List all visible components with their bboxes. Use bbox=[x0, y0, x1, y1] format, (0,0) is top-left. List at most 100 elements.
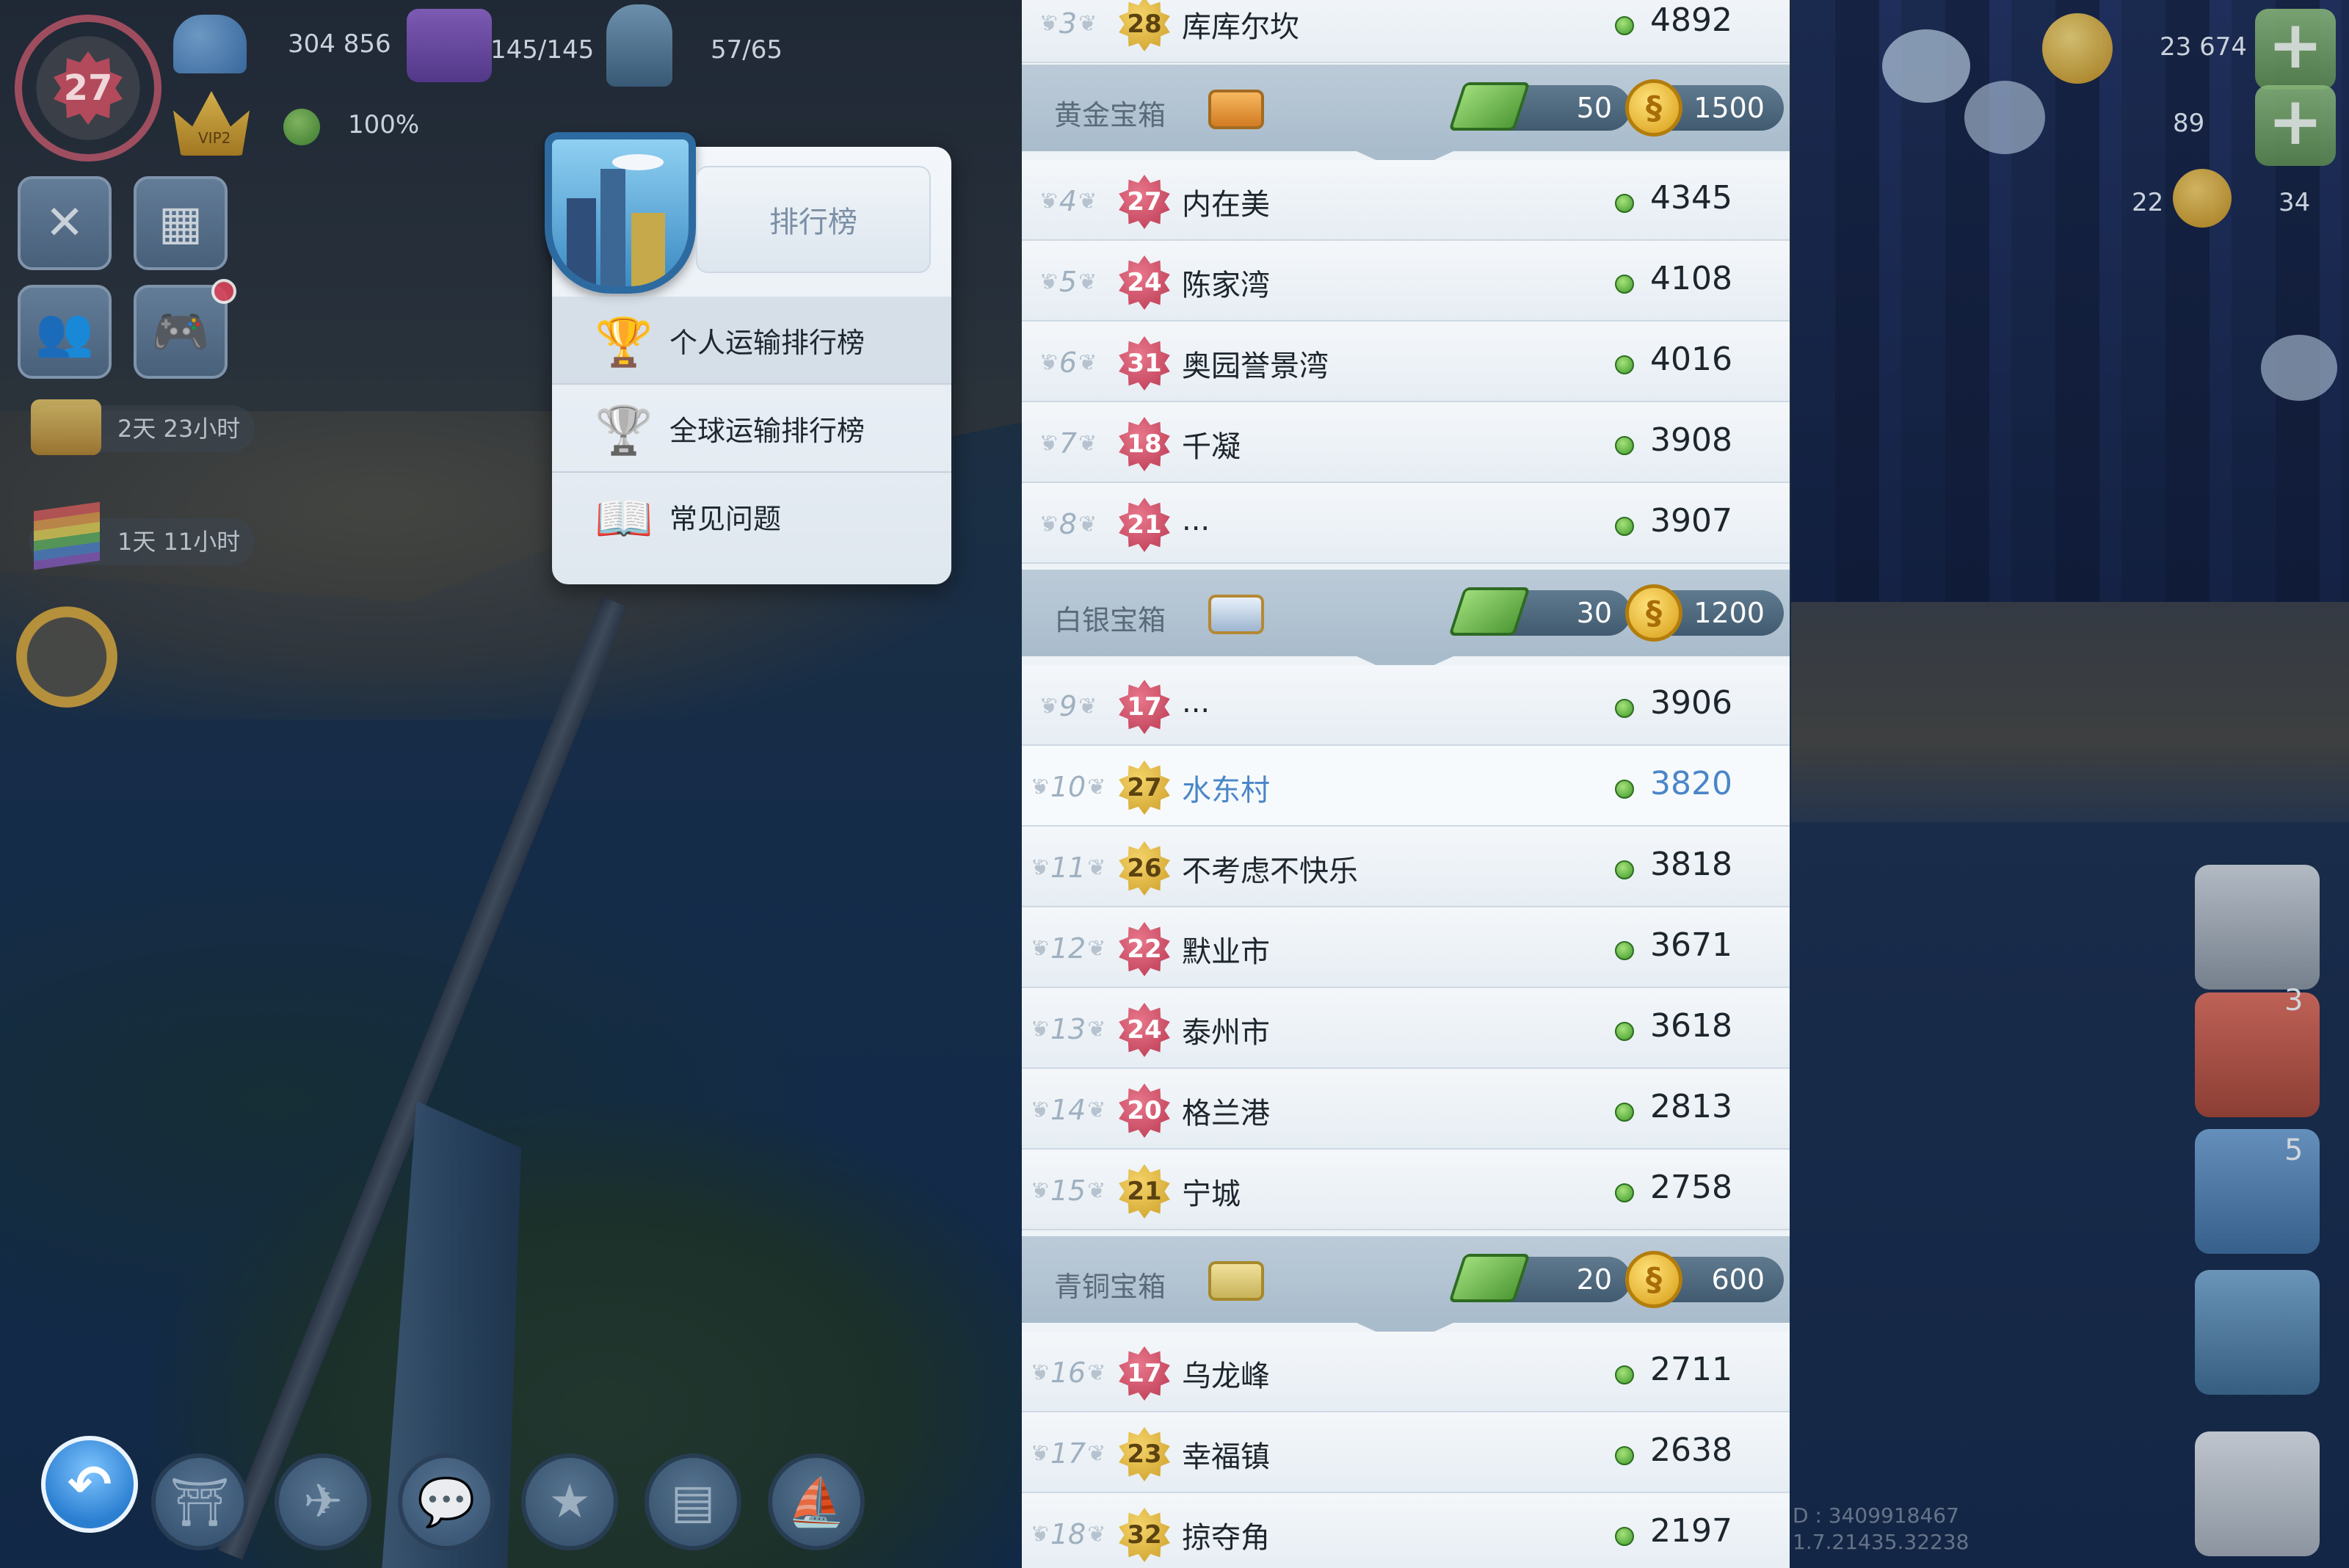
faq-book-icon: 📖 bbox=[595, 491, 653, 546]
menu-item-personal-ranking[interactable]: 🏆 个人运输排行榜 bbox=[552, 297, 951, 383]
city-name: 水东村 bbox=[1182, 774, 1270, 807]
city-shield-icon bbox=[545, 132, 696, 294]
design-book-button[interactable]: ▤ bbox=[645, 1453, 741, 1550]
task-list-bubble-icon[interactable] bbox=[1964, 81, 2045, 154]
level-badge-icon: 18 bbox=[1119, 417, 1170, 471]
level-badge-icon: 17 bbox=[1119, 680, 1170, 734]
leaderboard-row[interactable]: 14 20 格兰港 2813 bbox=[1022, 1069, 1790, 1150]
simoleon-coin-icon: § bbox=[1625, 79, 1682, 137]
city-name: 奥园誉景湾 bbox=[1182, 349, 1329, 383]
leaderboard-row[interactable]: 4 27 内在美 4345 bbox=[1022, 160, 1790, 241]
water-count: 57/65 bbox=[711, 35, 783, 65]
level-badge-icon: 22 bbox=[1119, 922, 1170, 976]
tier-name: 黄金宝箱 bbox=[1054, 99, 1166, 131]
airport-button[interactable]: ✈ bbox=[275, 1453, 371, 1550]
leaderboard-row[interactable]: 6 31 奥园誉景湾 4016 bbox=[1022, 322, 1790, 402]
simoleons-count: 23 674 bbox=[2160, 32, 2247, 62]
leaderboard-row[interactable]: 3 28 库库尔坎 4892 bbox=[1022, 0, 1790, 63]
tier-header-bronze: 青铜宝箱 20 600 § bbox=[1022, 1236, 1790, 1345]
horse-emblem-icon[interactable] bbox=[16, 606, 117, 708]
population-count: 304 856 bbox=[288, 29, 391, 59]
level-up-bubble-icon[interactable] bbox=[1882, 29, 1970, 103]
leaderboard-panel[interactable]: 3 28 库库尔坎 4892 黄金宝箱 50 1500 § 4 27 内在美 4… bbox=[1022, 0, 1790, 1568]
map-bubble-icon[interactable] bbox=[2261, 335, 2337, 401]
build-tools-button[interactable]: ✕ bbox=[18, 176, 112, 270]
pagoda-icon: ⛩ bbox=[170, 1475, 230, 1530]
score-value: 3820 bbox=[1650, 765, 1732, 802]
simcash-count: 89 bbox=[2173, 109, 2205, 138]
treasure-chest-icon bbox=[31, 399, 101, 455]
score-value: 4108 bbox=[1650, 260, 1732, 297]
happiness-percent: 100% bbox=[348, 110, 420, 139]
rank-number: 16 bbox=[1035, 1351, 1101, 1395]
city-hall-build-button[interactable] bbox=[2195, 1431, 2320, 1556]
version-number: 1.7.21435.32238 bbox=[1793, 1530, 1969, 1554]
player-level-badge[interactable]: 27 bbox=[15, 15, 161, 161]
timer-1-text: 2天 23小时 bbox=[117, 415, 241, 443]
cash-amount: 30 bbox=[1576, 597, 1612, 629]
menu-item-global-ranking[interactable]: 🏆 全球运输排行榜 bbox=[552, 385, 951, 471]
road-build-button[interactable] bbox=[2195, 865, 2320, 990]
leaderboard-row[interactable]: 17 23 幸福镇 2638 bbox=[1022, 1412, 1790, 1493]
leaderboard-row[interactable]: 5 24 陈家湾 4108 bbox=[1022, 241, 1790, 322]
star-icon: ★ bbox=[548, 1475, 591, 1529]
score-value: 2813 bbox=[1650, 1088, 1732, 1125]
leaderboard-row[interactable]: 12 22 默业市 3671 bbox=[1022, 907, 1790, 988]
add-simcash-button[interactable]: + bbox=[2255, 85, 2336, 166]
menu-item-label: 个人运输排行榜 bbox=[669, 326, 865, 359]
vip-label: VIP2 bbox=[198, 129, 231, 147]
leaderboard-row[interactable]: 16 17 乌龙峰 2711 bbox=[1022, 1332, 1790, 1412]
leaderboard-row[interactable]: 15 21 宁城 2758 bbox=[1022, 1150, 1790, 1230]
points-icon bbox=[1615, 16, 1634, 35]
level-badge-icon: 32 bbox=[1119, 1508, 1170, 1562]
points-icon bbox=[1615, 1446, 1634, 1465]
leaderboard-row[interactable]: 11 26 不考虑不快乐 3818 bbox=[1022, 827, 1790, 907]
leaderboard-row[interactable]: 8 21 ... 3907 bbox=[1022, 483, 1790, 564]
factory-build-button[interactable] bbox=[2195, 1270, 2320, 1395]
friends-button[interactable]: 👥 bbox=[18, 285, 112, 379]
points-icon bbox=[1615, 860, 1634, 879]
add-simoleons-button[interactable]: + bbox=[2255, 9, 2336, 90]
ship-icon: ⛵ bbox=[787, 1475, 846, 1530]
storage-icon[interactable] bbox=[407, 9, 492, 82]
city-name: 泰州市 bbox=[1182, 1016, 1270, 1050]
leaderboard-row[interactable]: 9 17 ... 3906 bbox=[1022, 665, 1790, 746]
rank-number: 12 bbox=[1035, 926, 1101, 970]
menu-item-faq[interactable]: 📖 常见问题 bbox=[552, 473, 951, 559]
score-value: 3907 bbox=[1650, 502, 1732, 540]
level-badge-icon: 17 bbox=[1119, 1346, 1170, 1401]
leaderboard-row[interactable]: 7 18 千凝 3908 bbox=[1022, 402, 1790, 483]
level-badge-icon: 31 bbox=[1119, 336, 1170, 391]
rank-number: 7 bbox=[1035, 421, 1101, 465]
city-name: 不考虑不快乐 bbox=[1182, 854, 1358, 888]
level-badge-icon: 26 bbox=[1119, 841, 1170, 896]
chat-bubble-icon: 💬 bbox=[417, 1475, 476, 1530]
transport-button[interactable]: ⛵ bbox=[768, 1453, 865, 1550]
score-value: 4892 bbox=[1650, 1, 1732, 39]
rank-number: 4 bbox=[1035, 179, 1101, 223]
store-count: 5 bbox=[2284, 1133, 2303, 1167]
level-badge-icon: 24 bbox=[1119, 1003, 1170, 1057]
shield-building-1 bbox=[567, 198, 596, 286]
chat-button[interactable]: 💬 bbox=[398, 1453, 495, 1550]
calendar-button[interactable]: ▦ bbox=[134, 176, 228, 270]
keys-b-count: 34 bbox=[2279, 188, 2311, 217]
back-button[interactable]: ↶ bbox=[41, 1436, 138, 1533]
landmark-button[interactable]: ⛩ bbox=[151, 1453, 248, 1550]
tier-name: 青铜宝箱 bbox=[1054, 1271, 1166, 1303]
score-value: 4345 bbox=[1650, 179, 1732, 217]
city-name: ... bbox=[1182, 686, 1210, 719]
leaderboard-row-own-city[interactable]: 10 27 水东村 3820 bbox=[1022, 746, 1790, 827]
leaderboard-row[interactable]: 13 24 泰州市 3618 bbox=[1022, 988, 1790, 1069]
favorites-button[interactable]: ★ bbox=[521, 1453, 618, 1550]
rank-number: 15 bbox=[1035, 1169, 1101, 1213]
score-value: 3818 bbox=[1650, 846, 1732, 883]
points-icon bbox=[1615, 1365, 1634, 1384]
player-id: D : 3409918467 bbox=[1793, 1503, 1959, 1528]
leaderboard-row[interactable]: 18 32 掠夺角 2197 bbox=[1022, 1493, 1790, 1568]
airship-icon bbox=[612, 154, 664, 170]
rank-number: 9 bbox=[1035, 684, 1101, 728]
rank-number: 8 bbox=[1035, 502, 1101, 546]
points-icon bbox=[1615, 275, 1634, 294]
gold-chest-icon bbox=[1208, 90, 1264, 129]
